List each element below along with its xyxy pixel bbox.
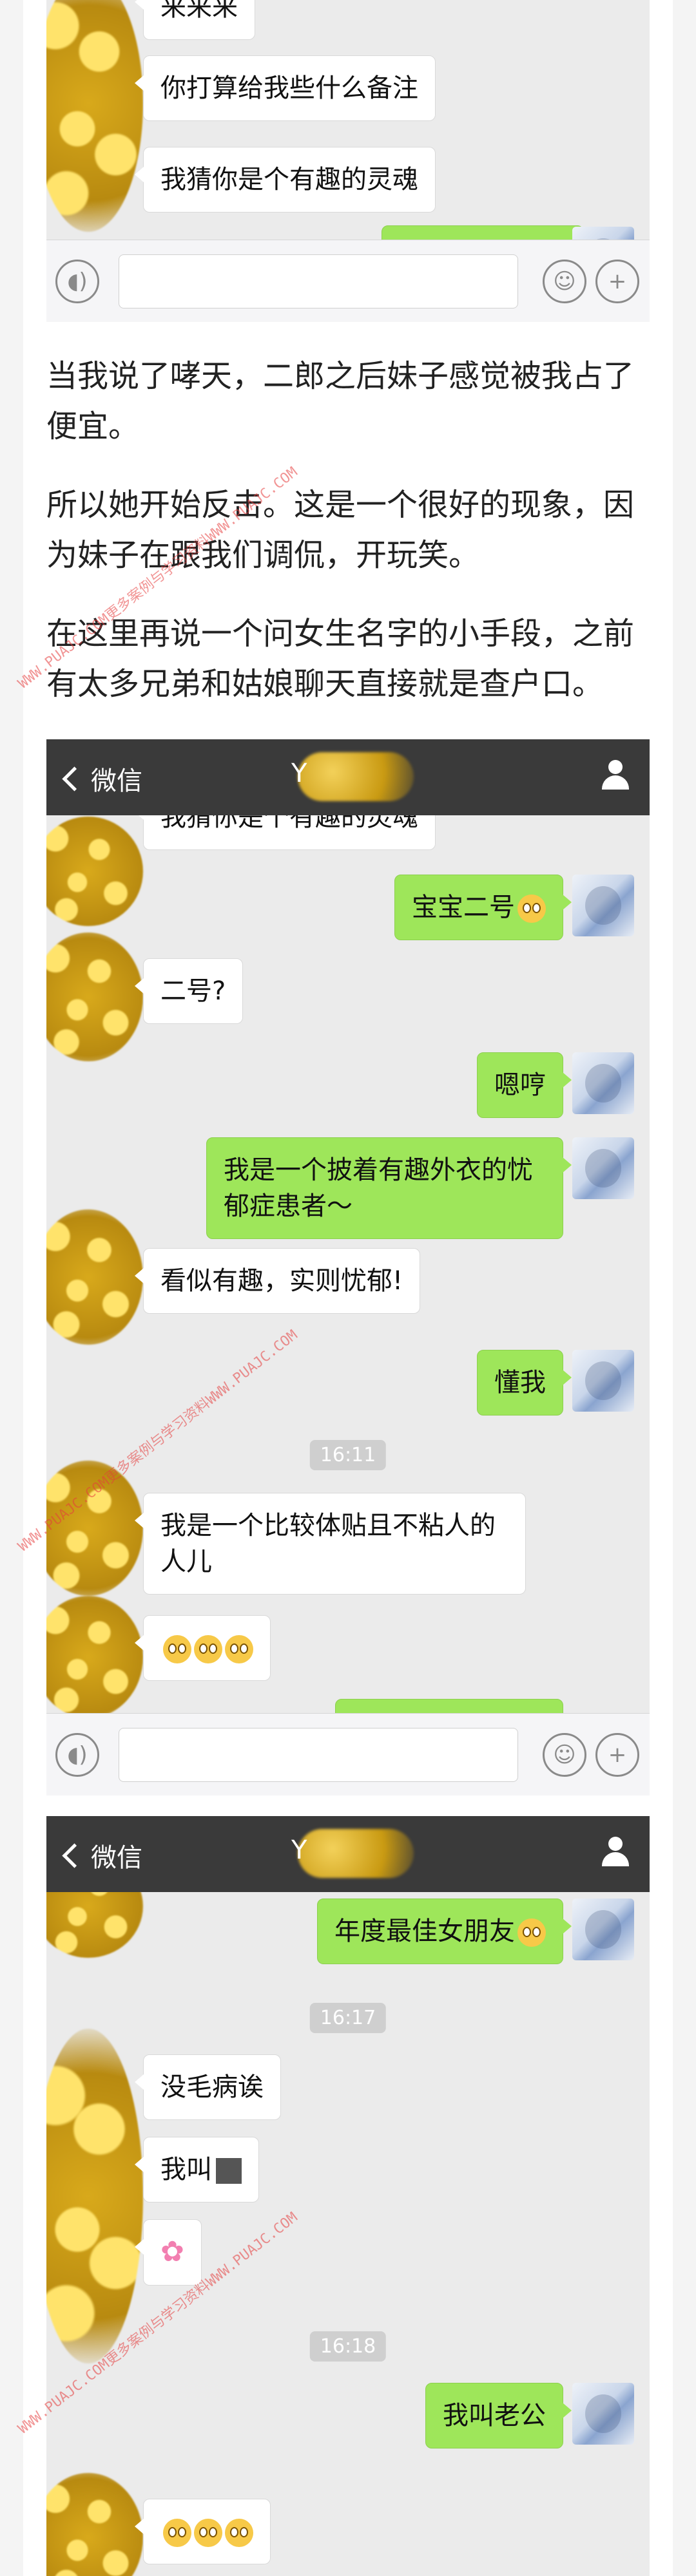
flower-icon: ✿ (160, 2235, 184, 2268)
message-input[interactable] (119, 1728, 518, 1782)
censor-block (216, 2158, 242, 2184)
message-bubble: 年度最佳女朋友 (317, 1899, 572, 1964)
my-avatar (572, 2383, 634, 2445)
message-bubble: 你打算给我些什么备注 (135, 55, 436, 121)
article-paragraph: 当我说了哮天，二郎之后妹子感觉被我占了便宜。 (46, 358, 635, 444)
contact-avatar (46, 2473, 143, 2576)
my-avatar (572, 1137, 634, 1199)
message-bubble: 我是一个比较体贴且不粘人的人儿 (135, 1493, 526, 1595)
message-bubble: 懂我 (477, 1350, 572, 1416)
timestamp: 16:11 (309, 1440, 387, 1470)
emoji-icon (163, 1635, 191, 1663)
chat-header: 微信 Y (46, 1816, 650, 1892)
person-icon[interactable] (599, 760, 632, 792)
emoji-icon (517, 895, 546, 923)
contact-avatar (46, 1209, 143, 1345)
emoji-icon (225, 2519, 253, 2547)
voice-icon[interactable]: ◖) (55, 1733, 99, 1777)
my-avatar (572, 1899, 634, 1960)
contact-name-blurred (298, 1829, 414, 1878)
my-avatar (572, 1052, 634, 1114)
contact-name-blurred (298, 752, 414, 801)
plus-icon[interactable]: + (595, 260, 639, 303)
chevron-left-icon (62, 1842, 87, 1868)
emoji-icon[interactable]: ☺ (543, 1733, 586, 1777)
chevron-left-icon (62, 766, 87, 791)
back-label: 微信 (91, 1843, 142, 1873)
message-input[interactable] (119, 254, 518, 308)
article-paragraph: 在这里再说一个问女生名字的小手段，之前有太多兄弟和姑娘聊天直接就是查户口。 (46, 616, 635, 702)
person-icon[interactable] (599, 1837, 632, 1869)
contact-avatar (46, 0, 143, 232)
message-bubble: 没毛病诶 (135, 2054, 281, 2120)
emoji-icon (194, 1635, 222, 1663)
message-bubble (135, 1615, 271, 1681)
contact-avatar (46, 1596, 143, 1718)
message-bubble: 看似有趣，实则忧郁! (134, 1248, 421, 1314)
message-bubble: 来来来 (135, 0, 255, 40)
emoji-icon (225, 1635, 253, 1663)
chat-input-bar: ◖) ☺ + (46, 1713, 650, 1795)
my-avatar (572, 875, 634, 936)
message-bubble: 我叫 (135, 2137, 259, 2202)
my-avatar (572, 1350, 634, 1412)
article-paragraph: 所以她开始反击。这是一个很好的现象，因为妹子在跟我们调侃，开玩笑。 (46, 487, 635, 573)
message-bubble: 我猜你是个有趣的灵魂 (135, 147, 436, 213)
emoji-icon (194, 2519, 222, 2547)
emoji-icon[interactable]: ☺ (543, 260, 586, 303)
emoji-icon (163, 2519, 191, 2547)
chat-screenshot-2: 微信 Y 我猜你是个有趣的灵魂 微信 Y 宝宝二号 二号? 嗯哼 我是一个披着有… (46, 739, 650, 1795)
message-bubble: 二号? (134, 958, 244, 1024)
contact-initial: Y (291, 1835, 307, 1865)
back-button-overlay[interactable]: 微信 (62, 760, 142, 797)
timestamp: 16:17 (309, 2003, 387, 2033)
contact-initial: Y (291, 759, 307, 788)
back-label: 微信 (91, 766, 142, 796)
voice-icon[interactable]: ◖) (55, 260, 99, 303)
page-margin-left (0, 0, 23, 2576)
message-bubble: 我是一个披着有趣外衣的忧郁症患者～ (206, 1137, 572, 1239)
message-bubble: ✿ (135, 2219, 202, 2286)
plus-icon[interactable]: + (595, 1733, 639, 1777)
contact-avatar (46, 817, 143, 926)
contact-avatar (46, 2029, 143, 2363)
chat-screenshot-3: 微信 Y 年度最佳女朋友 16:17 没毛病诶 我叫 ✿ 16:18 我叫老公 (46, 1816, 650, 2576)
message-bubble: 我叫老公 (425, 2383, 572, 2448)
back-button[interactable]: 微信 (62, 1837, 142, 1874)
page-margin-right (673, 0, 696, 2576)
contact-avatar (46, 933, 143, 1061)
message-bubble (135, 2499, 271, 2564)
timestamp: 16:18 (309, 2331, 387, 2362)
message-bubble: 宝宝二号 (394, 875, 572, 940)
chat-screenshot-1: 来来来 你打算给我些什么备注 我猜你是个有趣的灵魂 ◖) ☺ + (46, 0, 650, 322)
emoji-icon (517, 1918, 546, 1947)
chat-input-bar: ◖) ☺ + (46, 240, 650, 322)
message-bubble: 嗯哼 (477, 1052, 572, 1118)
